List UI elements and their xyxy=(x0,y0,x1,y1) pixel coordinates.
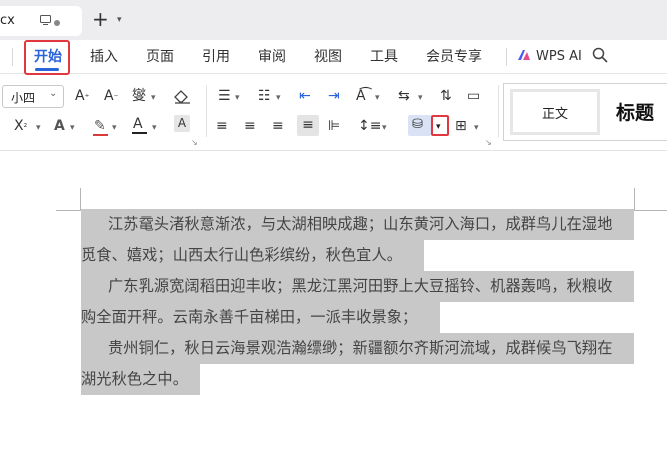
tab-page[interactable]: 页面 xyxy=(146,47,174,67)
chevron-down-icon[interactable]: ▾ xyxy=(474,123,479,133)
tab-member[interactable]: 会员专享 xyxy=(426,47,482,67)
text-line[interactable]: 贵州铜仁，秋日云海景观浩瀚缥缈；新疆额尔齐斯河流域，成群候鸟飞翔在 xyxy=(81,333,634,364)
monitor-icon[interactable] xyxy=(40,15,51,26)
menu-bar: 开始 插入 页面 引用 审阅 视图 工具 会员专享 WPS AI xyxy=(0,40,667,75)
align-center-icon[interactable]: ≡ xyxy=(244,116,256,136)
text-direction-icon[interactable]: A͡ xyxy=(356,86,366,106)
chevron-down-icon[interactable]: ▾ xyxy=(382,123,387,133)
tab-tools[interactable]: 工具 xyxy=(370,47,398,67)
document-canvas[interactable]: 江苏鼋头渚秋意渐浓，与太湖相映成趣；山东黄河入海口，成群鸟儿在湿地 觅食、嬉戏；… xyxy=(0,152,667,449)
sort-icon[interactable]: ⇅ xyxy=(440,86,452,106)
chevron-down-icon[interactable]: ▾ xyxy=(36,123,41,133)
unsaved-dot-icon[interactable] xyxy=(54,20,60,26)
chevron-down-icon[interactable]: ▾ xyxy=(112,123,117,133)
numbered-list-icon[interactable]: ☷ xyxy=(258,86,271,106)
text-line[interactable]: 购全面开秤。云南永善千亩梯田，一派丰收景象； xyxy=(81,302,440,333)
increase-indent-icon[interactable]: ⇥ xyxy=(328,86,340,106)
chevron-down-icon[interactable]: ▾ xyxy=(152,123,157,133)
wps-ai-button[interactable]: WPS AI xyxy=(517,47,582,67)
font-color-bar xyxy=(132,132,147,134)
font-dialog-launcher-icon[interactable]: ↘ xyxy=(191,138,198,147)
paint-bucket-icon[interactable]: ⛁ xyxy=(412,115,423,135)
ribbon-toolbar: 小四 ⌄ A⁺ A⁻ 燮 ▾ X² ▾ A ▾ ✎ ▾ A ▾ A ↘ ☰ ▾ … xyxy=(0,75,667,151)
divider xyxy=(506,48,507,66)
divider xyxy=(12,48,13,66)
border-icon[interactable]: ⊞ xyxy=(455,116,467,136)
highlight-color-bar xyxy=(93,134,108,136)
divider xyxy=(498,85,499,137)
highlight-pen-icon[interactable]: ✎ xyxy=(94,116,106,136)
distributed-align-icon[interactable]: ⊫ xyxy=(328,116,340,136)
title-tab-bar: cx + ▾ xyxy=(0,0,667,40)
tab-insert[interactable]: 插入 xyxy=(90,47,118,67)
decrease-indent-icon[interactable]: ⇤ xyxy=(299,86,311,106)
chevron-down-icon[interactable]: ▾ xyxy=(70,123,75,133)
style-normal-label: 正文 xyxy=(541,107,568,122)
sort-swap-icon[interactable]: ⇆ xyxy=(398,86,410,106)
new-tab-plus-icon[interactable]: + xyxy=(92,9,109,29)
tab-reference[interactable]: 引用 xyxy=(202,47,230,67)
increase-font-icon[interactable]: A⁺ xyxy=(75,86,89,108)
phonetic-guide-icon[interactable]: 燮 xyxy=(132,86,146,106)
divider xyxy=(206,85,207,137)
decrease-font-icon[interactable]: A⁻ xyxy=(104,86,118,108)
chevron-down-icon[interactable]: ▾ xyxy=(276,93,281,103)
new-tab-chevron-down-icon[interactable]: ▾ xyxy=(117,15,122,25)
text-line[interactable]: 觅食、嬉戏；山西太行山色彩缤纷，秋色宜人。 xyxy=(81,240,424,271)
wps-ai-logo-icon xyxy=(518,50,530,60)
text-line[interactable]: 湖光秋色之中。 xyxy=(81,364,200,395)
text-effect-icon[interactable]: A xyxy=(54,116,65,136)
bullet-list-icon[interactable]: ☰ xyxy=(218,86,231,106)
chevron-down-icon: ⌄ xyxy=(49,88,58,99)
document-tab-name: cx xyxy=(0,13,15,28)
search-icon[interactable] xyxy=(592,47,608,63)
style-gallery: 正文 标题 xyxy=(503,83,667,141)
align-left-icon[interactable]: ≡ xyxy=(216,116,228,136)
shading-chevron-down-icon[interactable]: ▾ xyxy=(436,122,441,132)
chevron-down-icon[interactable]: ▾ xyxy=(235,93,240,103)
text-line[interactable]: 江苏鼋头渚秋意渐浓，与太湖相映成趣；山东黄河入海口，成群鸟儿在湿地 xyxy=(81,209,634,240)
text-line[interactable]: 广东乳源宽阔稻田迎丰收；黑龙江黑河田野上大豆摇铃、机器轰鸣，秋粮收 xyxy=(81,271,634,302)
tab-home[interactable]: 开始 xyxy=(34,47,62,67)
wps-ai-label: WPS AI xyxy=(536,49,582,64)
tab-review[interactable]: 审阅 xyxy=(258,47,286,67)
font-size-select[interactable]: 小四 ⌄ xyxy=(2,85,64,108)
font-color-icon[interactable]: A xyxy=(133,114,143,134)
line-spacing-icon[interactable]: ↕≡ xyxy=(358,116,381,136)
eraser-icon[interactable] xyxy=(174,89,191,104)
justify-icon[interactable]: ≡ xyxy=(297,115,319,136)
paragraph-dialog-launcher-icon[interactable]: ↘ xyxy=(485,138,492,147)
style-normal[interactable]: 正文 xyxy=(510,89,600,135)
chevron-down-icon[interactable]: ▾ xyxy=(375,93,380,103)
tab-view[interactable]: 视图 xyxy=(314,47,342,67)
show-marks-icon[interactable]: ▭ xyxy=(467,86,480,106)
chevron-down-icon[interactable]: ▾ xyxy=(418,93,423,103)
document-body[interactable]: 江苏鼋头渚秋意渐浓，与太湖相映成趣；山东黄河入海口，成群鸟儿在湿地 觅食、嬉戏；… xyxy=(0,152,667,449)
align-right-icon[interactable]: ≡ xyxy=(272,116,284,136)
document-tab[interactable]: cx xyxy=(0,6,82,36)
font-size-value: 小四 xyxy=(11,91,36,105)
char-shading-icon[interactable]: A xyxy=(174,115,190,132)
active-tab-underline xyxy=(35,68,59,71)
style-title[interactable]: 标题 xyxy=(616,98,654,125)
superscript-icon[interactable]: X² xyxy=(14,116,27,138)
chevron-down-icon[interactable]: ▾ xyxy=(151,93,156,103)
